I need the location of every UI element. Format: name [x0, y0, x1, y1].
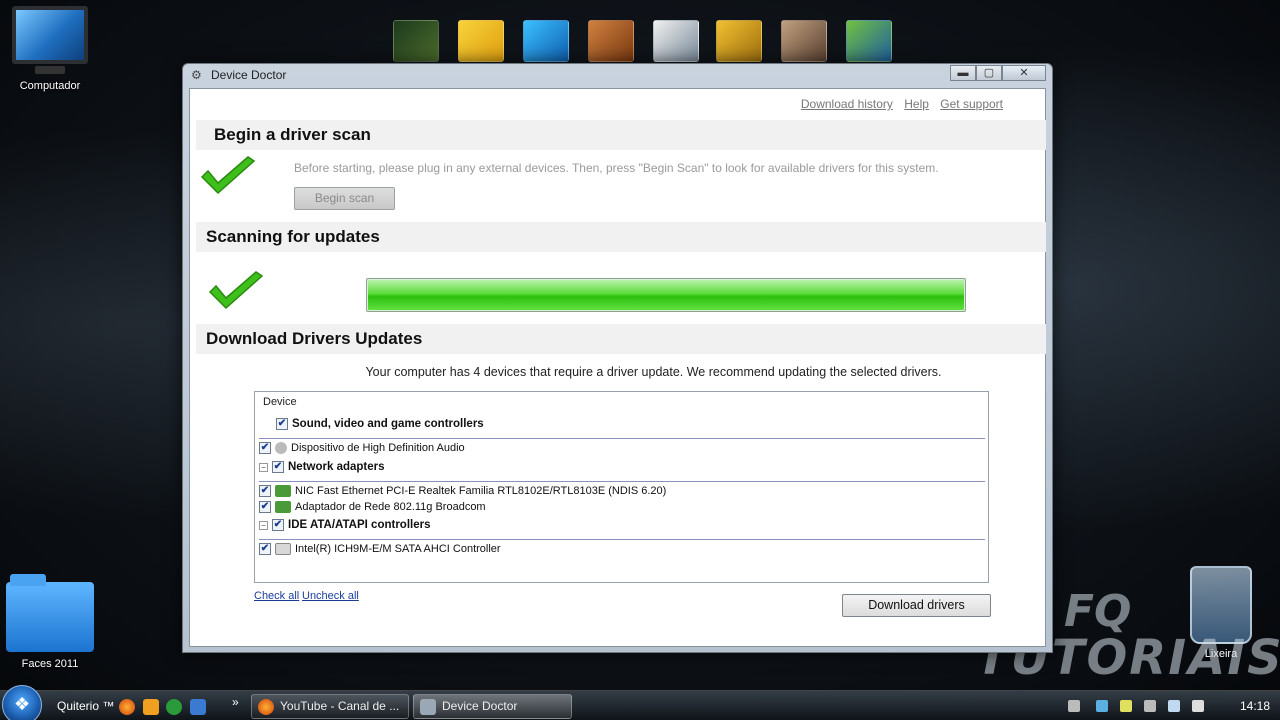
collapse-icon[interactable]: − [259, 520, 268, 530]
device-list: Device − ✔ Sound, video and game control… [254, 391, 989, 583]
group-label: IDE ATA/ATAPI controllers [288, 519, 431, 531]
group-checkbox[interactable]: ✔ [276, 418, 288, 430]
tray-arrow-icon[interactable] [1068, 700, 1080, 712]
title-bar[interactable]: ⚙ Device Doctor [183, 64, 1052, 86]
game-shortcut-icon[interactable] [458, 20, 504, 62]
quicklaunch-label[interactable]: Quiterio ™ [57, 699, 114, 713]
taskbar-button-youtube[interactable]: YouTube - Canal de ... [251, 694, 409, 719]
game-shortcut-icon[interactable] [588, 20, 634, 62]
top-links: Download history Help Get support [793, 97, 1003, 111]
device-row[interactable]: ✔ Intel(R) ICH9M-E/M SATA AHCI Controlle… [259, 541, 501, 557]
network-card-icon [275, 485, 291, 497]
game-shortcut-icon[interactable] [523, 20, 569, 62]
app-icon [420, 699, 436, 715]
device-checkbox[interactable]: ✔ [259, 442, 271, 454]
uncheck-all-link[interactable]: Uncheck all [302, 590, 359, 602]
audio-device-icon [275, 442, 287, 454]
device-label: Dispositivo de High Definition Audio [291, 442, 465, 454]
overflow-chevron-icon[interactable]: » [232, 695, 239, 709]
maximize-button[interactable]: ▢ [976, 65, 1002, 81]
device-label: Intel(R) ICH9M-E/M SATA AHCI Controller [295, 543, 501, 555]
device-label: NIC Fast Ethernet PCI-E Realtek Familia … [295, 485, 667, 497]
clock[interactable]: 14:18 [1240, 699, 1270, 713]
desktop-icon-faces-folder[interactable]: Faces 2011 [4, 574, 96, 670]
begin-scan-button[interactable]: Begin scan [294, 187, 395, 210]
desktop-icon-computer[interactable]: Computador [10, 6, 90, 92]
scan-description: Before starting, please plug in any exte… [294, 161, 939, 175]
app-icon: ⚙ [191, 68, 202, 82]
window-title: Device Doctor [211, 68, 287, 82]
list-column-header[interactable]: Device [263, 396, 297, 408]
get-support-link[interactable]: Get support [940, 97, 1003, 111]
section-heading-begin-scan: Begin a driver scan [196, 120, 1046, 150]
collapse-icon[interactable]: − [259, 462, 268, 472]
messenger-icon[interactable] [190, 699, 206, 715]
device-checkbox[interactable]: ✔ [259, 485, 271, 497]
monitor-icon [12, 6, 88, 64]
device-row[interactable]: ✔ NIC Fast Ethernet PCI-E Realtek Famili… [259, 483, 666, 499]
progress-fill [368, 280, 964, 310]
scan-progress-bar [366, 278, 966, 312]
minimize-button[interactable]: ▬ [950, 65, 976, 81]
camera-shortcut-icon[interactable] [846, 20, 892, 62]
group-label: Network adapters [288, 461, 385, 473]
close-button[interactable]: ✕ [1002, 65, 1046, 81]
game-shortcut-icon[interactable] [781, 20, 827, 62]
taskbar-button-device-doctor[interactable]: Device Doctor [413, 694, 572, 719]
firefox-icon [258, 699, 274, 715]
window-controls: ▬ ▢ ✕ [950, 65, 1046, 81]
disk-controller-icon [275, 543, 291, 555]
device-row[interactable]: ✔ Adaptador de Rede 802.11g Broadcom [259, 499, 486, 515]
group-checkbox[interactable]: ✔ [272, 519, 284, 531]
group-checkbox[interactable]: ✔ [272, 461, 284, 473]
group-divider [259, 539, 985, 540]
utorrent-icon[interactable] [166, 699, 182, 715]
tray-signal-icon[interactable] [1168, 700, 1180, 712]
tray-battery-icon[interactable] [1120, 700, 1132, 712]
download-history-link[interactable]: Download history [801, 97, 893, 111]
device-label: Adaptador de Rede 802.11g Broadcom [295, 501, 486, 513]
tray-flag-icon[interactable] [1144, 700, 1156, 712]
folder-icon [6, 574, 94, 652]
help-link[interactable]: Help [904, 97, 929, 111]
device-doctor-window: ⚙ Device Doctor ▬ ▢ ✕ Download history H… [182, 63, 1053, 653]
taskbar: Quiterio ™ » YouTube - Canal de ... Devi… [0, 685, 1280, 720]
group-row-network[interactable]: − ✔ Network adapters [259, 459, 385, 475]
tray-network-icon[interactable] [1096, 700, 1108, 712]
checkmark-icon [208, 271, 264, 310]
section-heading-download: Download Drivers Updates [196, 324, 1046, 354]
group-divider [259, 481, 985, 482]
game-shortcut-icon[interactable] [716, 20, 762, 62]
group-label: Sound, video and game controllers [292, 418, 484, 430]
download-drivers-button[interactable]: Download drivers [842, 594, 991, 617]
group-row-ide[interactable]: − ✔ IDE ATA/ATAPI controllers [259, 517, 430, 533]
taskbar-button-label: YouTube - Canal de ... [280, 699, 400, 713]
taskbar-button-label: Device Doctor [442, 699, 518, 713]
device-checkbox[interactable]: ✔ [259, 543, 271, 555]
firefox-icon[interactable] [119, 699, 135, 715]
update-summary: Your computer has 4 devices that require… [365, 365, 942, 379]
group-row-sound[interactable]: − ✔ Sound, video and game controllers [263, 416, 484, 432]
game-shortcut-icon[interactable] [393, 20, 439, 62]
game-shortcut-icon[interactable] [653, 20, 699, 62]
section-heading-scanning: Scanning for updates [196, 222, 1046, 252]
tray-volume-icon[interactable] [1192, 700, 1204, 712]
window-content: Download history Help Get support Begin … [189, 88, 1046, 647]
device-checkbox[interactable]: ✔ [259, 501, 271, 513]
start-button[interactable] [2, 685, 42, 720]
desktop-icon-label: Computador [19, 80, 81, 92]
check-all-link[interactable]: Check all [254, 590, 299, 602]
media-player-icon[interactable] [143, 699, 159, 715]
checkmark-icon [200, 156, 256, 195]
network-card-icon [275, 501, 291, 513]
desktop-icon-label: Faces 2011 [21, 658, 79, 670]
device-row[interactable]: ✔ Dispositivo de High Definition Audio [259, 440, 465, 456]
group-divider [259, 438, 985, 439]
